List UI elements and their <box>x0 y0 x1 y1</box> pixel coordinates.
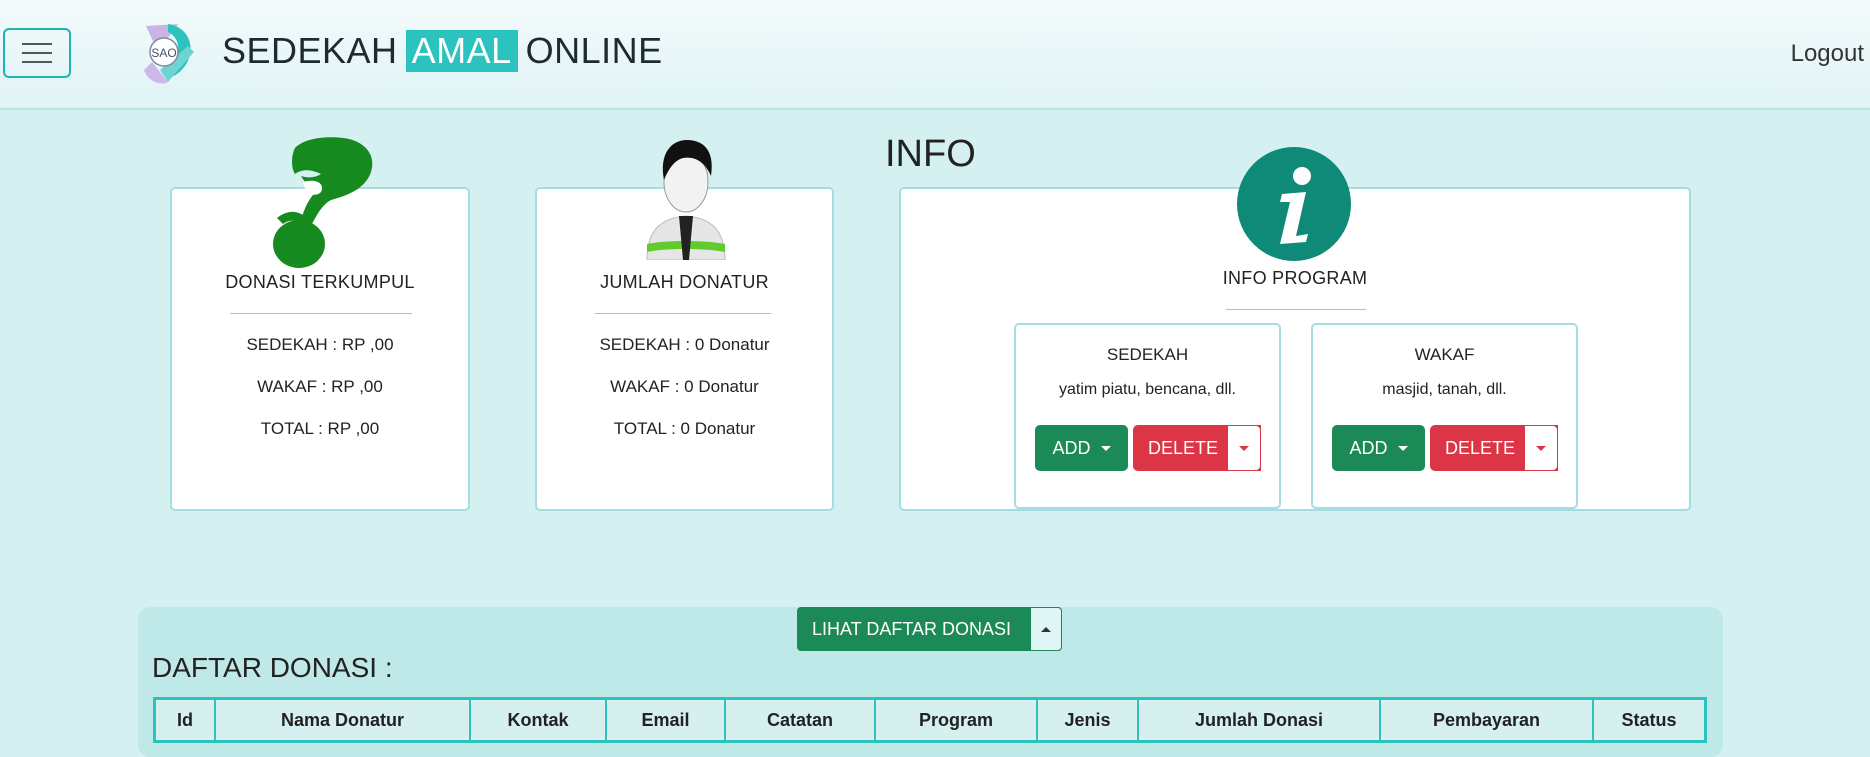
delete-dropdown-toggle[interactable] <box>1227 425 1261 471</box>
col-status: Status <box>1592 697 1707 743</box>
col-email: Email <box>605 697 726 743</box>
col-jenis: Jenis <box>1036 697 1139 743</box>
card-title: JUMLAH DONATUR <box>600 272 769 292</box>
stat-sedekah: SEDEKAH : RP ,00 <box>246 335 394 354</box>
col-pembayaran: Pembayaran <box>1379 697 1594 743</box>
program-card-wakaf: WAKAF masjid, tanah, dll. ADD DELETE <box>1311 323 1578 509</box>
caret-down-icon <box>1239 445 1249 451</box>
caret-down-icon <box>1397 445 1408 451</box>
add-wakaf-button[interactable]: ADD <box>1332 425 1425 471</box>
program-card-sedekah: SEDEKAH yatim piatu, bencana, dll. ADD D… <box>1014 323 1281 509</box>
brand-highlight: AMAL <box>405 30 518 72</box>
divider <box>1226 309 1366 310</box>
program-title: SEDEKAH <box>1106 345 1189 364</box>
divider <box>230 313 412 314</box>
menu-toggle-button[interactable] <box>3 28 71 78</box>
info-icon <box>1237 147 1351 261</box>
col-catatan: Catatan <box>724 697 876 743</box>
stat-total: TOTAL : 0 Donatur <box>613 419 756 438</box>
stat-wakaf: WAKAF : 0 Donatur <box>610 377 759 396</box>
hand-coin-icon <box>273 137 373 268</box>
menu-icon <box>22 43 52 45</box>
col-jumlah-donasi: Jumlah Donasi <box>1137 697 1381 743</box>
col-id: Id <box>153 697 216 743</box>
stat-wakaf: WAKAF : RP ,00 <box>257 377 383 396</box>
caret-down-icon <box>1100 445 1111 451</box>
lihat-daftar-donasi-button[interactable]: LIHAT DAFTAR DONASI <box>797 607 1062 651</box>
table-header-row: Id Nama Donatur Kontak Email Catatan Pro… <box>153 697 1707 743</box>
card-title: INFO PROGRAM <box>1222 268 1368 288</box>
navbar: SAO SEDEKAH AMAL ONLINE Logout <box>0 0 1870 110</box>
col-nama-donatur: Nama Donatur <box>214 697 471 743</box>
stat-total: TOTAL : RP ,00 <box>260 419 380 438</box>
program-desc: masjid, tanah, dll. <box>1382 381 1507 398</box>
logo: SAO <box>144 24 194 84</box>
brand-title: SEDEKAH AMAL ONLINE <box>222 30 663 72</box>
logout-link[interactable]: Logout <box>1791 40 1864 68</box>
daftar-donasi-title: DAFTAR DONASI : <box>152 652 393 683</box>
brand-pre: SEDEKAH <box>222 30 398 71</box>
donasi-table: Id Nama Donatur Kontak Email Catatan Pro… <box>153 697 1707 743</box>
info-heading: INFO <box>885 133 976 175</box>
divider <box>595 313 771 314</box>
brand-post: ONLINE <box>525 30 663 71</box>
col-program: Program <box>874 697 1038 743</box>
daftar-collapse-toggle[interactable] <box>1030 607 1062 651</box>
add-sedekah-button[interactable]: ADD <box>1035 425 1128 471</box>
card-title: DONASI TERKUMPUL <box>225 272 415 292</box>
svg-text:SAO: SAO <box>151 46 176 60</box>
donor-person-icon <box>646 140 726 260</box>
caret-up-icon <box>1041 626 1051 632</box>
stat-sedekah: SEDEKAH : 0 Donatur <box>599 335 770 354</box>
program-desc: yatim piatu, bencana, dll. <box>1059 381 1236 398</box>
delete-dropdown-toggle[interactable] <box>1524 425 1558 471</box>
program-title: WAKAF <box>1414 345 1475 364</box>
col-kontak: Kontak <box>469 697 607 743</box>
caret-down-icon <box>1536 445 1546 451</box>
